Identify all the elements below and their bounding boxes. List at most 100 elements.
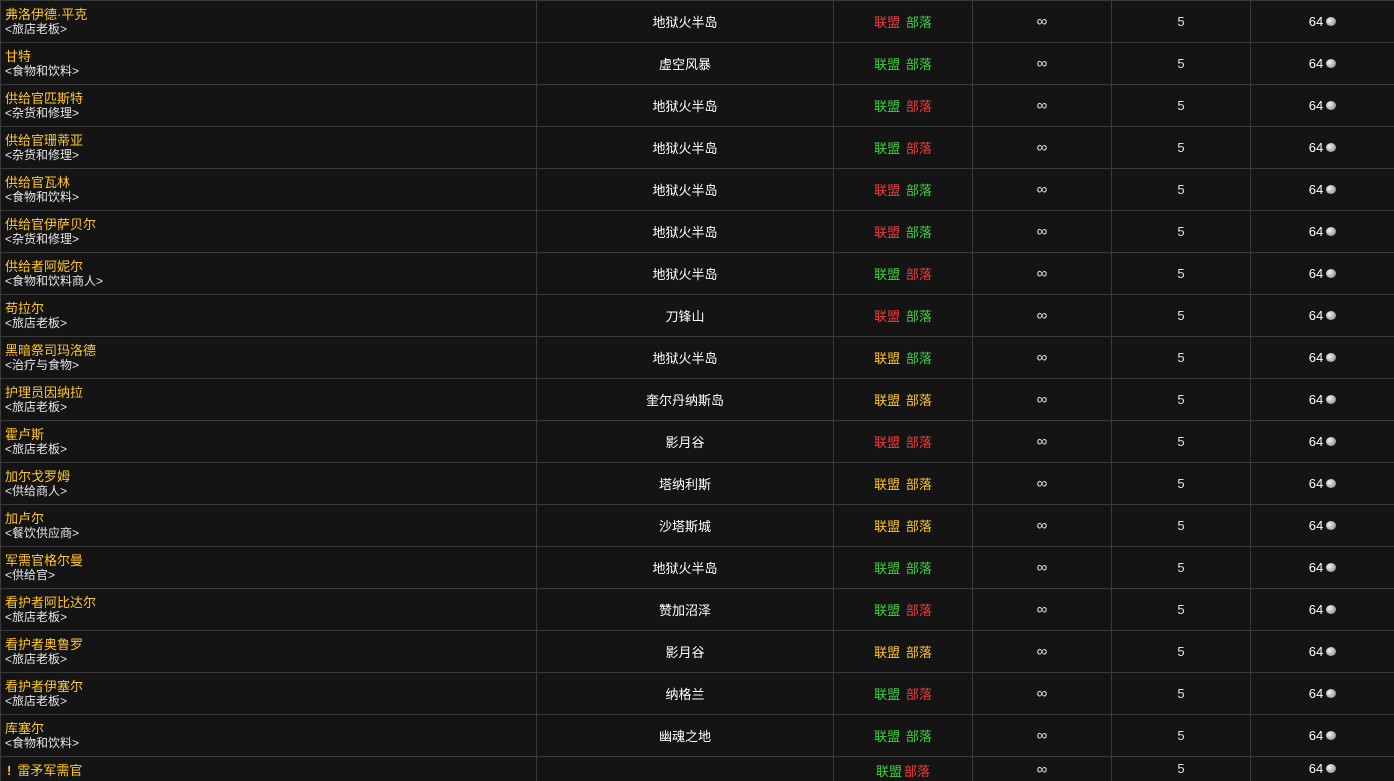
npc-cell: 看护者伊塞尔 <旅店老板>	[0, 672, 537, 715]
table-row: 军需官格尔曼 <供给官> 地狱火半岛 联盟 部落 ∞ 5 64	[0, 546, 1394, 589]
zone-cell: 影月谷	[536, 420, 834, 463]
npc-name-link[interactable]: 军需官格尔曼	[5, 553, 536, 568]
alliance-reaction: 联盟	[874, 267, 901, 282]
cost-value: 64	[1308, 14, 1324, 29]
quantity-value: 5	[1177, 140, 1185, 155]
npc-cell: 供给官瓦林 <食物和饮料>	[0, 168, 537, 211]
npc-name-link[interactable]: 苟拉尔	[5, 301, 536, 316]
cost-value: 64	[1308, 518, 1324, 533]
npc-name-link[interactable]: 看护者伊塞尔	[5, 679, 536, 694]
silver-coin-icon	[1326, 17, 1337, 27]
horde-reaction: 部落	[905, 309, 932, 324]
zone-link[interactable]: 影月谷	[665, 435, 704, 450]
npc-name-link[interactable]: 甘特	[5, 49, 536, 64]
quantity-value: 5	[1177, 308, 1185, 323]
cost-value: 64	[1308, 308, 1324, 323]
npc-name-link[interactable]: 供给官瓦林	[5, 175, 536, 190]
zone-link[interactable]: 地狱火半岛	[652, 99, 717, 114]
quantity-cell: 5	[1111, 714, 1251, 757]
silver-coin-icon	[1326, 227, 1337, 237]
npc-name-link[interactable]: 供给官伊萨贝尔	[5, 217, 536, 232]
horde-reaction: 部落	[905, 603, 932, 618]
stock-cell: ∞	[972, 294, 1112, 337]
npc-cell: 苟拉尔 <旅店老板>	[0, 294, 537, 337]
npc-name-link[interactable]: 供给官匹斯特	[5, 91, 536, 106]
quantity-cell: 5	[1111, 168, 1251, 211]
alliance-reaction: 联盟	[874, 141, 901, 156]
horde-reaction: 部落	[905, 15, 932, 30]
table-row: 看护者伊塞尔 <旅店老板> 纳格兰 联盟 部落 ∞ 5 64	[0, 672, 1394, 715]
zone-link[interactable]: 地狱火半岛	[652, 15, 717, 30]
npc-name-link[interactable]: 黑暗祭司玛洛德	[5, 343, 536, 358]
zone-link[interactable]: 地狱火半岛	[652, 351, 717, 366]
stock-value: ∞	[1036, 181, 1048, 198]
npc-name-link[interactable]: 看护者奥鲁罗	[5, 637, 536, 652]
npc-name-link[interactable]: 供给官珊蒂亚	[5, 133, 536, 148]
quantity-cell: 5	[1111, 336, 1251, 379]
npc-name-link[interactable]: 库塞尔	[5, 721, 536, 736]
zone-cell: 地狱火半岛	[536, 84, 834, 127]
stock-cell: ∞	[972, 42, 1112, 85]
reaction-cell: 联盟 部落	[833, 210, 973, 253]
table-row: 弗洛伊德·平克 <旅店老板> 地狱火半岛 联盟 部落 ∞ 5 64	[0, 0, 1394, 43]
stock-cell: ∞	[972, 252, 1112, 295]
npc-title: <食物和饮料商人>	[5, 273, 104, 288]
npc-cell: 加卢尔 <餐饮供应商>	[0, 504, 537, 547]
zone-link[interactable]: 幽魂之地	[659, 729, 711, 744]
npc-title: <食物和饮料>	[5, 189, 80, 204]
stock-value: ∞	[1036, 517, 1048, 534]
stock-cell: ∞	[972, 210, 1112, 253]
alliance-reaction: 联盟	[874, 645, 901, 660]
silver-coin-icon	[1326, 311, 1337, 321]
zone-link[interactable]: 地狱火半岛	[652, 267, 717, 282]
alliance-reaction: 联盟	[874, 15, 901, 30]
alliance-reaction: 联盟	[874, 729, 901, 744]
npc-name-link[interactable]: 霍卢斯	[5, 427, 536, 442]
reaction-cell: 联盟 部落	[833, 672, 973, 715]
npc-cell: 加尔戈罗姆 <供给商人>	[0, 462, 537, 505]
quantity-cell: 5	[1111, 462, 1251, 505]
npc-name-link[interactable]: 供给者阿妮尔	[5, 259, 536, 274]
table-row: 霍卢斯 <旅店老板> 影月谷 联盟 部落 ∞ 5 64	[0, 420, 1394, 463]
npc-name-link[interactable]: 看护者阿比达尔	[5, 595, 536, 610]
npc-name-link[interactable]: 加卢尔	[5, 511, 536, 526]
npc-name-link[interactable]: 加尔戈罗姆	[5, 469, 536, 484]
npc-name-link[interactable]: 护理员因纳拉	[5, 385, 536, 400]
alliance-reaction: 联盟	[875, 764, 902, 779]
npc-name-link[interactable]: 雷矛军需官	[17, 763, 82, 778]
reaction-cell: 联盟 部落	[833, 336, 973, 379]
horde-reaction: 部落	[905, 57, 932, 72]
horde-reaction: 部落	[904, 764, 931, 779]
zone-link[interactable]: 刀锋山	[665, 309, 704, 324]
npc-title: <旅店老板>	[5, 21, 68, 36]
stock-value: ∞	[1036, 139, 1048, 156]
zone-link[interactable]: 奎尔丹纳斯岛	[646, 393, 724, 408]
zone-link[interactable]: 沙塔斯城	[659, 519, 711, 534]
stock-cell: ∞	[972, 462, 1112, 505]
zone-cell: 地狱火半岛	[536, 336, 834, 379]
zone-link[interactable]: 塔纳利斯	[659, 477, 711, 492]
zone-link[interactable]: 虚空风暴	[659, 57, 711, 72]
quantity-value: 5	[1177, 434, 1185, 449]
reaction-cell: 联盟 部落	[833, 462, 973, 505]
npc-name-link[interactable]: 弗洛伊德·平克	[5, 7, 536, 22]
zone-link[interactable]: 纳格兰	[665, 687, 704, 702]
npc-title: <旅店老板>	[5, 315, 68, 330]
npc-title: <旅店老板>	[5, 693, 68, 708]
zone-link[interactable]: 影月谷	[665, 645, 704, 660]
zone-link[interactable]: 地狱火半岛	[652, 141, 717, 156]
cost-value: 64	[1308, 728, 1324, 743]
quantity-cell: 5	[1111, 252, 1251, 295]
zone-cell: 塔纳利斯	[536, 462, 834, 505]
quest-exclamation-icon: !	[7, 762, 12, 778]
cost-value: 64	[1308, 140, 1324, 155]
quantity-value: 5	[1177, 350, 1185, 365]
table-row: 甘特 <食物和饮料> 虚空风暴 联盟 部落 ∞ 5 64	[0, 42, 1394, 85]
zone-link[interactable]: 地狱火半岛	[652, 561, 717, 576]
zone-link[interactable]: 地狱火半岛	[652, 183, 717, 198]
zone-link[interactable]: 地狱火半岛	[652, 225, 717, 240]
horde-reaction: 部落	[905, 645, 932, 660]
cost-value: 64	[1308, 182, 1324, 197]
stock-value: ∞	[1036, 475, 1048, 492]
zone-link[interactable]: 赞加沼泽	[659, 603, 711, 618]
